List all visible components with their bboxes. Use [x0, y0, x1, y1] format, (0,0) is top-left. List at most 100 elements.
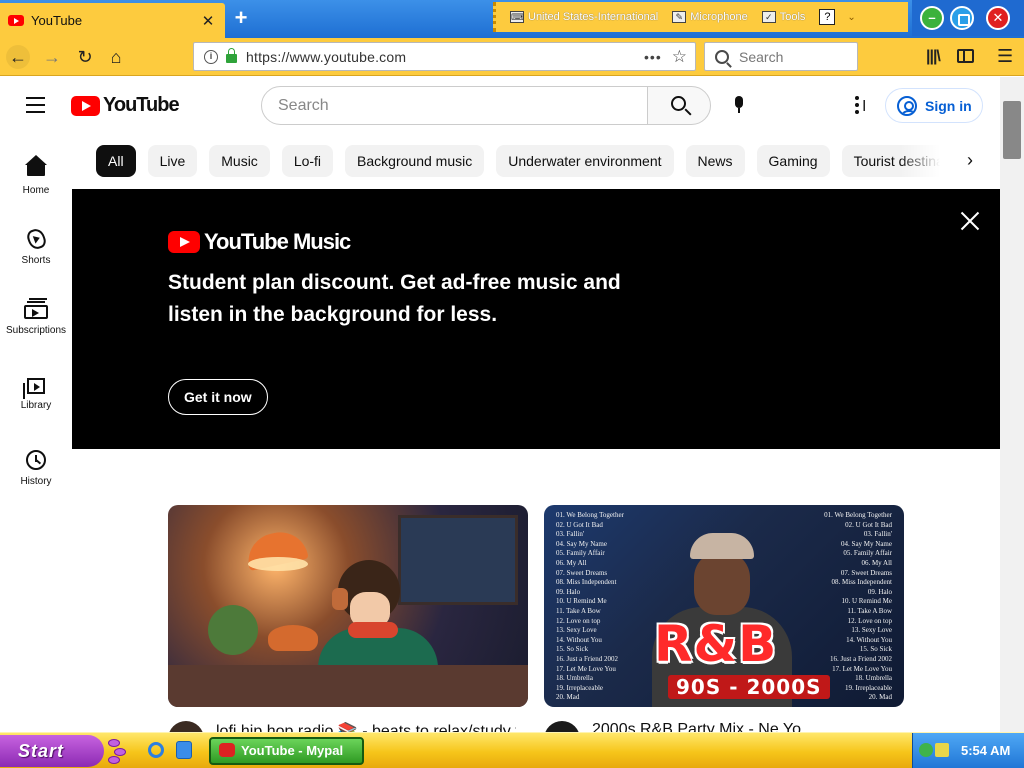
microphone-label: Microphone — [690, 11, 748, 23]
video-card[interactable]: 01. We Belong Together 02. U Got It Bad 03… — [544, 505, 904, 732]
guide-item-library[interactable]: Library — [0, 375, 72, 411]
start-button[interactable]: Start — [0, 735, 104, 767]
forward-arrow-icon[interactable]: → — [40, 45, 64, 69]
back-arrow-icon[interactable]: ← — [6, 45, 30, 69]
language-selector[interactable]: ⌨ United States-International — [510, 11, 658, 23]
library-icon — [23, 378, 45, 399]
tab-title: YouTube — [31, 13, 83, 28]
thumbnail-desk — [168, 665, 528, 707]
close-window-button[interactable]: ✕ — [986, 6, 1010, 30]
thumbnail-track: 14. Without You — [556, 635, 602, 644]
thumbnail-track: 17. Let Me Love You — [556, 664, 616, 673]
sign-in-button[interactable]: Sign in — [885, 88, 983, 123]
youtube-search-box[interactable]: I — [261, 86, 866, 125]
thumbnail-track: 16. Just a Friend 2002 — [556, 654, 619, 663]
language-label: United States-International — [528, 11, 659, 23]
guide-item-history[interactable]: History — [0, 450, 72, 487]
guide-item-shorts[interactable]: Shorts — [0, 226, 72, 266]
home-icon[interactable]: ⌂ — [104, 45, 128, 69]
thumbnail-lamp-glow — [248, 557, 308, 571]
guide-menu-icon[interactable] — [26, 97, 46, 113]
new-tab-button[interactable]: + — [229, 6, 253, 32]
thumbnail-track: 19. Irreplaceable — [556, 683, 604, 692]
thumbnail-track: 18. Umbrella — [855, 674, 892, 683]
help-button[interactable]: ? — [819, 9, 836, 25]
get-it-now-button[interactable]: Get it now — [168, 379, 268, 415]
youtube-search-input[interactable] — [278, 96, 647, 115]
taskbar-item-youtube[interactable]: YouTube - Mypal — [209, 737, 364, 765]
browser-search-box[interactable]: Search — [704, 42, 858, 71]
guide-item-subscriptions[interactable]: Subscriptions — [0, 299, 72, 336]
channel-avatar[interactable] — [544, 721, 580, 732]
network-icon[interactable] — [919, 743, 933, 757]
site-info-icon[interactable]: i — [204, 49, 218, 64]
volume-icon[interactable] — [935, 743, 949, 757]
page-scrollbar[interactable] — [1000, 77, 1024, 732]
thumbnail-track: 07. Sweet Dreams — [840, 568, 892, 577]
chip-live[interactable]: Live — [147, 145, 198, 177]
sidebar-icon[interactable] — [957, 49, 974, 63]
channel-avatar[interactable] — [168, 721, 204, 732]
chip-lofi[interactable]: Lo-fi — [281, 145, 334, 177]
microphone-button[interactable]: ✎ Microphone — [672, 11, 748, 23]
video-thumbnail[interactable] — [168, 505, 528, 707]
chip-background-music[interactable]: Background music — [345, 145, 485, 177]
chip-music[interactable]: Music — [209, 145, 270, 177]
clock[interactable]: 5:54 AM — [961, 743, 1010, 758]
youtube-logo[interactable]: YouTube — [71, 94, 180, 117]
maximize-button[interactable] — [950, 6, 974, 30]
library-icon[interactable]: |||\ — [926, 48, 941, 66]
text-cursor-icon: I — [862, 98, 867, 115]
hamburger-menu-icon[interactable]: ☰ — [997, 46, 1013, 67]
page-actions-icon[interactable]: ••• — [644, 49, 662, 65]
thumbnail-track: 07. Sweet Dreams — [556, 568, 608, 577]
scrollbar-thumb[interactable] — [1003, 101, 1021, 159]
thumbnail-track: 14. Without You — [846, 635, 892, 644]
thumbnail-track: 17. Let Me Love You — [832, 664, 892, 673]
close-icon[interactable] — [960, 211, 980, 231]
bookmark-star-icon[interactable]: ☆ — [672, 47, 687, 67]
window-controls: – ✕ — [912, 0, 1024, 36]
account-icon — [897, 95, 917, 116]
chevron-right-icon[interactable]: › — [958, 149, 982, 173]
internet-explorer-icon[interactable] — [148, 742, 164, 758]
minimize-button[interactable]: – — [920, 6, 944, 30]
voice-search-icon[interactable] — [733, 96, 744, 114]
thumbnail-track: 09. Halo — [556, 587, 581, 596]
history-icon — [26, 450, 46, 470]
guide-item-home[interactable]: Home — [0, 155, 72, 196]
browser-tab-strip: YouTube ✕ + ⌨ United States-Internationa… — [0, 0, 1024, 38]
address-bar[interactable]: i https://www.youtube.com ••• ☆ — [193, 42, 696, 71]
thumbnail-track: 11. Take A Bow — [556, 606, 601, 615]
thumbnail-track: 08. Miss Independent — [556, 578, 617, 587]
reload-icon[interactable]: ↻ — [73, 45, 97, 69]
quick-launch-icon[interactable] — [176, 741, 192, 759]
settings-more-icon[interactable] — [855, 96, 859, 114]
youtube-search-button[interactable] — [647, 86, 711, 125]
thumbnail-track: 04. Say My Name — [841, 539, 892, 548]
taskbar-item-label: YouTube - Mypal — [241, 743, 344, 758]
youtube-favicon-icon — [8, 15, 24, 26]
thumbnail-track: 15. So Sick — [859, 645, 892, 654]
chevron-down-icon[interactable]: ⌄ — [847, 12, 855, 23]
browser-search-placeholder: Search — [739, 48, 784, 65]
guide-item-label: Subscriptions — [5, 325, 67, 336]
tab-close-icon[interactable]: ✕ — [197, 12, 219, 30]
thumbnail-track: 01. We Belong Together — [824, 511, 892, 519]
tools-button[interactable]: ✓ Tools — [761, 11, 805, 23]
search-icon — [671, 96, 686, 111]
video-card[interactable]: lofi hip hop radio 📚 - beats to relax/st… — [168, 505, 528, 732]
promo-headline: Student plan discount. Get ad-free music… — [168, 271, 621, 326]
start-bubbles-decoration — [106, 737, 128, 765]
desktop-screen: YouTube ✕ + ⌨ United States-Internationa… — [0, 0, 1024, 768]
video-title[interactable]: 2000s R&B Party Mix - Ne Yo — [592, 721, 892, 732]
chip-gaming[interactable]: Gaming — [756, 145, 830, 177]
thumbnail-track: 12. Love on top — [847, 616, 892, 625]
url-text[interactable]: https://www.youtube.com — [246, 49, 644, 65]
video-title[interactable]: lofi hip hop radio 📚 - beats to relax/st… — [216, 721, 516, 732]
chip-news[interactable]: News — [685, 145, 745, 177]
chip-underwater-environment[interactable]: Underwater environment — [496, 145, 674, 177]
tab-youtube[interactable]: YouTube ✕ — [0, 3, 225, 38]
video-thumbnail[interactable]: 01. We Belong Together 02. U Got It Bad 03… — [544, 505, 904, 707]
chip-all[interactable]: All — [96, 145, 136, 177]
